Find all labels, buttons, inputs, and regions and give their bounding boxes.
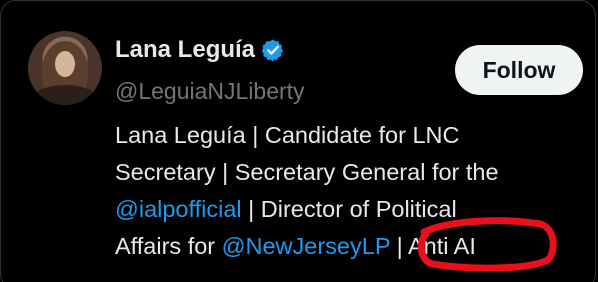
avatar-shoulders: [32, 85, 98, 105]
follow-button[interactable]: Follow: [455, 45, 583, 95]
bio-line-1: Lana Leguía | Candidate for LNC: [115, 122, 460, 148]
bio-line-4: Affairs for @NewJerseyLP | Anti AI: [115, 228, 585, 265]
profile-card: Lana Leguía @LeguiaNJLiberty Follow Lana…: [0, 0, 596, 282]
profile-bio: Lana Leguía | Candidate for LNC Secretar…: [115, 117, 585, 265]
bio-line-4-text: | Anti AI: [390, 233, 476, 259]
display-name[interactable]: Lana Leguía: [115, 36, 255, 64]
avatar-face: [55, 51, 75, 77]
name-row: Lana Leguía: [115, 36, 285, 64]
mention-link-ialpofficial[interactable]: @ialpofficial: [115, 196, 242, 222]
mention-link-newjerseylp[interactable]: @NewJerseyLP: [222, 233, 390, 259]
verified-badge-icon: [261, 38, 285, 62]
profile-handle[interactable]: @LeguiaNJLiberty: [115, 78, 305, 105]
bio-line-4-start: Affairs for: [115, 233, 222, 259]
avatar[interactable]: [28, 31, 102, 105]
bio-line-2: Secretary | Secretary General for the: [115, 159, 499, 185]
bio-line-3: @ialpofficial | Director of Political: [115, 191, 585, 228]
bio-line-3-text: | Director of Political: [241, 196, 457, 222]
